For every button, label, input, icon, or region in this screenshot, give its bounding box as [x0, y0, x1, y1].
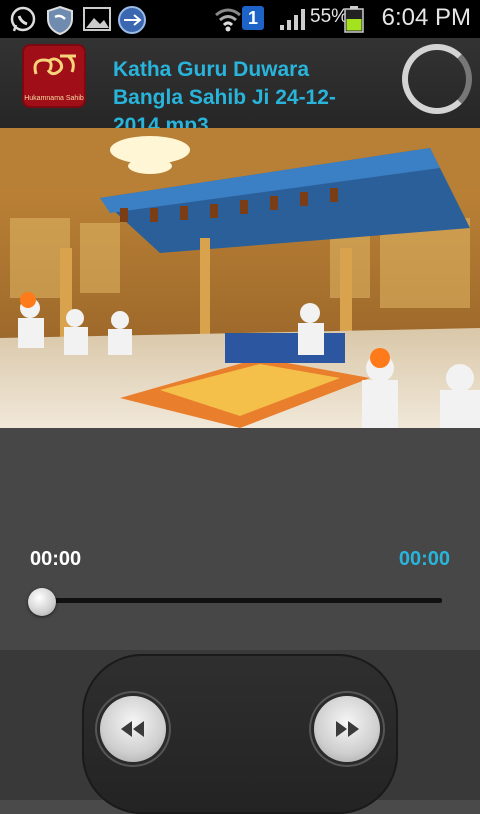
loading-spinner-icon: [402, 44, 472, 114]
seek-thumb[interactable]: [28, 588, 56, 616]
wifi-icon: [214, 5, 242, 38]
track-title: Katha Guru Duwara Bangla Sahib Ji 24-12-…: [113, 58, 336, 128]
elapsed-time: 00:00: [30, 548, 82, 570]
control-pod: [82, 654, 398, 814]
track-artwork: [0, 128, 480, 428]
usb-icon: [116, 5, 148, 40]
rewind-icon: [121, 721, 144, 737]
gallery-icon: [82, 5, 112, 38]
player-header: Hukamnama Sahib Katha Guru Duwara Bangla…: [0, 38, 480, 128]
ik-onkar-icon: [33, 54, 76, 76]
app-logo: Hukamnama Sahib: [22, 44, 86, 108]
signal-icon: [278, 6, 308, 37]
battery-icon: [344, 5, 364, 38]
logo-caption: Hukamnama Sahib: [24, 95, 84, 102]
fast-forward-icon: [336, 721, 359, 737]
whatsapp-icon: [8, 5, 38, 40]
notification-badge: 1: [242, 6, 264, 30]
shield-icon: [46, 5, 74, 40]
battery-percent: 55%: [310, 6, 349, 27]
player-panel: 00:00 00:00: [0, 428, 480, 650]
total-duration: 00:00: [398, 548, 450, 570]
rewind-button[interactable]: [100, 696, 166, 762]
playback-controls: [0, 650, 480, 814]
clock: 6:04 PM: [381, 4, 471, 31]
status-bar: 1 55% 6:04 PM: [0, 0, 480, 38]
fast-forward-button[interactable]: [314, 696, 380, 762]
seek-bar[interactable]: [44, 598, 442, 603]
